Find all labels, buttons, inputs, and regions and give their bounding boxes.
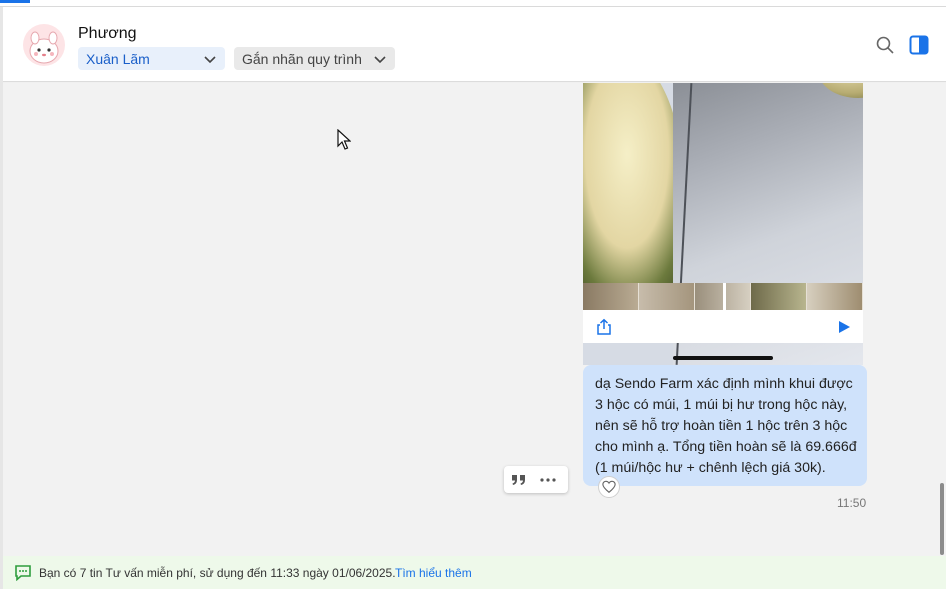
avatar[interactable] bbox=[23, 24, 65, 66]
message-line: 3 hộc có múi, 1 múi bị hư trong hộc này, bbox=[595, 397, 848, 413]
side-panel-icon[interactable] bbox=[909, 35, 929, 55]
active-tab-indicator bbox=[0, 0, 30, 3]
message-line: nên sẽ hỗ trợ hoàn tiền 1 hộc trên 3 hộc bbox=[595, 418, 848, 434]
conversation-header: Phương Xuân Lãm Gắn nhãn quy trình bbox=[3, 7, 946, 82]
message-line: cho mình ạ. Tổng tiền hoàn sẽ là 69.666đ bbox=[595, 439, 857, 455]
film-frame bbox=[639, 283, 695, 310]
assignee-label: Xuân Lãm bbox=[86, 50, 150, 67]
quote-icon[interactable] bbox=[510, 472, 528, 488]
message-line: (1 múi/hộc hư + chênh lệch giá 30k). bbox=[595, 460, 826, 476]
message-bubble[interactable]: dạ Sendo Farm xác định mình khui được 3 … bbox=[583, 365, 867, 486]
free-consult-banner: Bạn có 7 tin Tư vấn miễn phí, sử dụng đế… bbox=[3, 556, 946, 589]
search-icon[interactable] bbox=[875, 35, 895, 55]
workflow-label-dropdown[interactable]: Gắn nhãn quy trình bbox=[234, 47, 395, 70]
window-top-strip bbox=[0, 0, 946, 7]
message-timestamp: 11:50 bbox=[837, 496, 867, 510]
banner-text: Bạn có 7 tin Tư vấn miễn phí, sử dụng đế… bbox=[39, 566, 396, 580]
message-list[interactable]: dạ Sendo Farm xác định mình khui được 3 … bbox=[3, 83, 946, 556]
mouse-cursor-icon bbox=[337, 129, 351, 150]
play-icon[interactable] bbox=[837, 320, 851, 334]
react-button[interactable] bbox=[598, 476, 620, 498]
film-frame bbox=[751, 283, 807, 310]
home-indicator bbox=[673, 356, 773, 360]
film-frame bbox=[807, 283, 863, 310]
video-filmstrip[interactable] bbox=[583, 283, 863, 310]
video-playhead[interactable] bbox=[723, 283, 726, 310]
film-frame bbox=[583, 283, 639, 310]
chevron-down-icon bbox=[374, 55, 386, 63]
heart-icon bbox=[602, 480, 616, 493]
more-icon[interactable] bbox=[538, 472, 558, 488]
scrollbar-thumb[interactable] bbox=[940, 483, 944, 555]
learn-more-link[interactable]: Tìm hiểu thêm bbox=[395, 566, 472, 580]
share-icon[interactable] bbox=[595, 318, 613, 336]
message-line: dạ Sendo Farm xác định mình khui được bbox=[595, 376, 853, 392]
message-actions bbox=[504, 466, 568, 493]
chat-bubble-icon bbox=[15, 565, 31, 581]
workflow-label: Gắn nhãn quy trình bbox=[242, 50, 362, 67]
chevron-down-icon bbox=[204, 55, 216, 63]
bottom-strip bbox=[0, 589, 946, 594]
video-controls bbox=[583, 310, 863, 343]
contact-name: Phương bbox=[78, 25, 137, 42]
assignee-dropdown[interactable]: Xuân Lãm bbox=[78, 47, 225, 70]
